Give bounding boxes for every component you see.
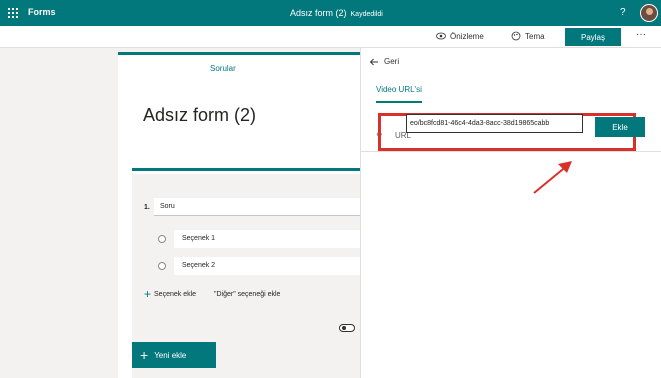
preview-button[interactable]: Önizleme [436,31,484,41]
question-input[interactable]: Soru [154,198,360,216]
plus-icon: + [140,347,149,363]
palette-icon [511,31,521,41]
insert-media-panel: Geri Video URL'si ⚭ URL eo/bc8fcd81-46c4… [360,48,661,378]
add-option-button[interactable]: + Seçenek ekle [144,287,197,301]
highlight-box: eo/bc8fcd81-46c4-4da3-8acc-38d19865cabb … [378,113,645,151]
avatar[interactable] [640,4,658,22]
help-icon[interactable]: ? [620,7,626,18]
document-title: Adsız form (2) Kaydedildi [290,8,383,18]
url-input[interactable]: eo/bc8fcd81-46c4-4da3-8acc-38d19865cabb [406,114,583,133]
theme-label: Tema [525,31,545,41]
form-canvas: Sorular Adsız form (2) 1. Soru Seçenek 1… [118,52,360,378]
add-new-button[interactable]: + Yeni ekle [132,342,216,368]
back-label: Geri [384,57,400,66]
preview-label: Önizleme [450,31,484,41]
radio-icon [158,262,166,270]
tab-questions-label: Sorular [210,64,236,73]
plus-icon: + [144,287,152,301]
url-row: ⚭ URL eo/bc8fcd81-46c4-4da3-8acc-38d1986… [361,113,661,152]
app-name[interactable]: Forms [28,7,56,17]
question-number: 1. [144,204,150,211]
tab-underline [376,101,422,103]
add-new-label: Yeni ekle [154,350,187,360]
save-status: Kaydedildi [350,11,383,18]
annotation-arrow [533,161,572,194]
option-input[interactable]: Seçenek 2 [174,257,360,275]
share-button[interactable]: Paylaş [565,28,621,46]
option-row: Seçenek 2 [158,257,360,275]
option-input[interactable]: Seçenek 1 [174,230,360,248]
form-title[interactable]: Adsız form (2) [143,105,256,126]
eye-icon [436,32,446,40]
top-bar: Forms Adsız form (2) Kaydedildi ? [0,0,661,26]
tab-video-url[interactable]: Video URL'si [376,85,422,94]
option-row: Seçenek 1 [158,230,360,248]
more-options-icon[interactable]: ··· [636,29,646,40]
back-button[interactable]: Geri [369,57,399,66]
radio-icon [158,235,166,243]
required-toggle[interactable] [339,324,355,332]
add-button[interactable]: Ekle [595,117,645,137]
waffle-icon[interactable] [8,8,18,18]
back-arrow-icon [369,58,378,65]
form-name: Adsız form (2) [290,8,347,18]
title-divider [132,168,360,171]
command-bar: Önizleme Tema Paylaş ··· [0,26,661,48]
theme-button[interactable]: Tema [511,31,545,41]
tab-questions[interactable]: Sorular [118,52,360,78]
add-option-label: Seçenek ekle [154,290,197,298]
add-other-option-button[interactable]: "Diğer" seçeneği ekle [214,291,280,298]
